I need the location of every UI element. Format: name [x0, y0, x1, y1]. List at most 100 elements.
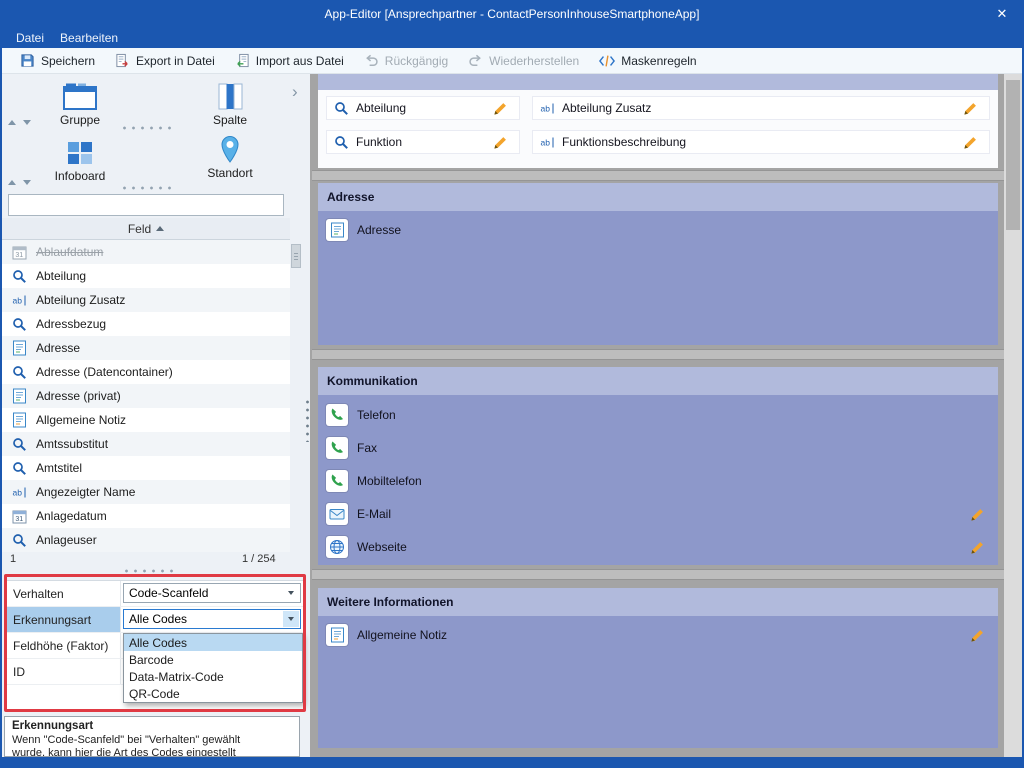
list-item[interactable]: Amtssubstitut	[2, 432, 290, 456]
chevron-up-icon[interactable]	[8, 180, 16, 185]
designer-field-mobiltelefon[interactable]: Mobiltelefon	[326, 469, 990, 493]
list-item[interactable]: Anlageuser	[2, 528, 290, 552]
edit-pencil-icon[interactable]	[963, 101, 978, 116]
property-label-feldhoehe[interactable]: Feldhöhe (Faktor)	[7, 633, 121, 658]
palette-item-spalte[interactable]: Spalte	[186, 80, 274, 127]
svg-text:ab: ab	[12, 487, 22, 497]
list-item[interactable]: Adresse (privat)	[2, 384, 290, 408]
list-item[interactable]: ab Angezeigter Name	[2, 480, 290, 504]
section-body: Adresse	[318, 211, 998, 345]
field-label: Adressbezug	[36, 317, 106, 331]
edit-pencil-icon[interactable]	[970, 507, 985, 522]
window-border	[0, 757, 1024, 768]
rueckgaengig-button[interactable]: Rückgängig	[354, 50, 458, 71]
list-item[interactable]: Adresse	[2, 336, 290, 360]
import-icon	[235, 53, 250, 68]
designer-field-abteilung[interactable]: Abteilung	[326, 96, 520, 120]
property-label-verhalten[interactable]: Verhalten	[7, 581, 121, 606]
dropdown-option[interactable]: Data-Matrix-Code	[124, 668, 302, 685]
designer-canvas: Abteilung ab Abteilung Zusatz Funktion a…	[312, 74, 1004, 757]
designer-field-funktion[interactable]: Funktion	[326, 130, 520, 154]
titlebar[interactable]: App-Editor [Ansprechpartner - ContactPer…	[0, 0, 1024, 28]
palette-item-label: Standort	[186, 166, 274, 180]
scrollbar-thumb[interactable]	[291, 244, 301, 268]
maskenregeln-button[interactable]: Maskenregeln	[589, 51, 706, 71]
designer-field-webseite[interactable]: Webseite	[326, 535, 990, 559]
palette-item-gruppe[interactable]: Gruppe	[36, 80, 124, 127]
list-item[interactable]: ab Abteilung Zusatz	[2, 288, 290, 312]
chevron-down-icon[interactable]	[23, 180, 31, 185]
edit-pencil-icon[interactable]	[963, 135, 978, 150]
designer-field-fax[interactable]: Fax	[326, 436, 990, 460]
designer-field-allgemeine-notiz[interactable]: Allgemeine Notiz	[326, 623, 990, 647]
list-scrollbar[interactable]	[290, 240, 302, 552]
window-title: App-Editor [Ansprechpartner - ContactPer…	[325, 7, 700, 21]
erkennungsart-combobox[interactable]: Alle Codes	[123, 609, 301, 629]
section-splitter[interactable]	[312, 170, 1004, 181]
list-item[interactable]: 31 Ablaufdatum	[2, 240, 290, 264]
expand-chevron-icon[interactable]: ›	[292, 82, 298, 102]
property-label-erkennungsart[interactable]: Erkennungsart	[7, 607, 121, 632]
text-field-icon: ab	[11, 484, 27, 500]
chevron-down-icon[interactable]	[283, 585, 299, 601]
reorder-arrows[interactable]	[8, 180, 31, 185]
reorder-arrows[interactable]	[8, 120, 31, 125]
chevron-down-icon[interactable]	[23, 120, 31, 125]
chevron-up-icon[interactable]	[8, 120, 16, 125]
drag-handle[interactable]	[120, 125, 176, 131]
speichern-button[interactable]: Speichern	[10, 50, 105, 71]
dropdown-option[interactable]: Barcode	[124, 651, 302, 668]
lookup-icon	[11, 532, 27, 548]
export-icon	[115, 53, 130, 68]
dropdown-option[interactable]: Alle Codes	[124, 634, 302, 651]
designer-field-telefon[interactable]: Telefon	[326, 403, 990, 427]
section-kommunikation: Kommunikation Telefon Fax Mobiltelefon	[318, 367, 998, 565]
dropdown-option[interactable]: QR-Code	[124, 685, 302, 702]
field-label: Adresse	[36, 341, 80, 355]
undo-icon	[364, 53, 379, 68]
export-in-datei-button[interactable]: Export in Datei	[105, 50, 225, 71]
list-item[interactable]: Amtstitel	[2, 456, 290, 480]
list-item[interactable]: Adressbezug	[2, 312, 290, 336]
close-icon[interactable]: ✕	[992, 5, 1012, 23]
field-label: Angezeigter Name	[36, 485, 135, 499]
description-text: Wenn "Code-Scanfeld" bei "Verhalten" gew…	[12, 734, 292, 747]
drag-handle[interactable]	[122, 568, 178, 574]
menu-datei[interactable]: Datei	[8, 31, 52, 45]
field-label: Abteilung Zusatz	[36, 293, 125, 307]
section-header[interactable]: Adresse	[318, 183, 998, 211]
edit-pencil-icon[interactable]	[970, 540, 985, 555]
canvas-scrollbar[interactable]	[1004, 74, 1022, 757]
scrollbar-thumb[interactable]	[1006, 80, 1020, 230]
menu-bearbeiten[interactable]: Bearbeiten	[52, 31, 126, 45]
field-list-header[interactable]: Feld	[2, 218, 290, 240]
palette-item-standort[interactable]: Standort	[186, 133, 274, 180]
list-item[interactable]: Abteilung	[2, 264, 290, 288]
list-item[interactable]: Allgemeine Notiz	[2, 408, 290, 432]
drag-handle[interactable]	[120, 185, 176, 191]
designer-field-abteilung-zusatz[interactable]: ab Abteilung Zusatz	[532, 96, 990, 120]
designer-field-label: Adresse	[357, 223, 401, 237]
designer-field-adresse[interactable]: Adresse	[326, 218, 990, 242]
field-label: Abteilung	[36, 269, 86, 283]
list-item[interactable]: 31 Anlagedatum	[2, 504, 290, 528]
chevron-down-icon[interactable]	[283, 611, 299, 627]
section-header[interactable]: Weitere Informationen	[318, 588, 998, 616]
section-header[interactable]: Kommunikation	[318, 367, 998, 395]
designer-field-email[interactable]: E-Mail	[326, 502, 990, 526]
panel-splitter[interactable]	[304, 398, 311, 442]
edit-pencil-icon[interactable]	[970, 628, 985, 643]
edit-pencil-icon[interactable]	[493, 101, 508, 116]
property-label-id[interactable]: ID	[7, 659, 121, 684]
designer-field-funktionsbeschreibung[interactable]: ab Funktionsbeschreibung	[532, 130, 990, 154]
import-aus-datei-button[interactable]: Import aus Datei	[225, 50, 354, 71]
field-search-input[interactable]	[8, 194, 284, 216]
section-splitter[interactable]	[312, 569, 1004, 580]
edit-pencil-icon[interactable]	[493, 135, 508, 150]
section-splitter[interactable]	[312, 349, 1004, 360]
wiederherstellen-button[interactable]: Wiederherstellen	[458, 50, 589, 71]
verhalten-combobox[interactable]: Code-Scanfeld	[123, 583, 301, 603]
list-item[interactable]: Adresse (Datencontainer)	[2, 360, 290, 384]
globe-icon	[326, 536, 348, 558]
palette-item-infoboard[interactable]: Infoboard	[36, 136, 124, 183]
